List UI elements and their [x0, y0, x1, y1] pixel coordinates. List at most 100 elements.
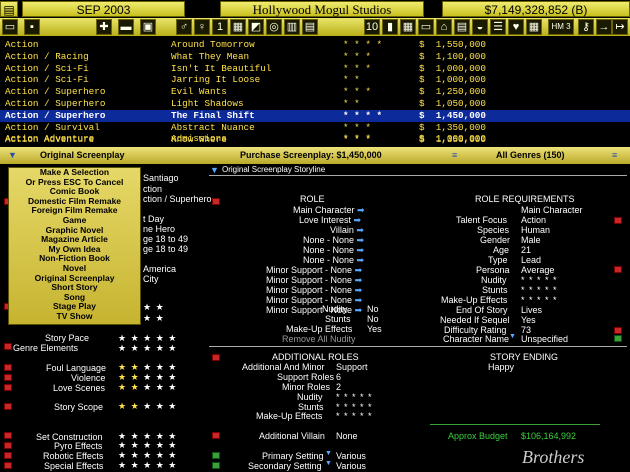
- love-scenes-label: Love Scenes: [53, 383, 106, 393]
- couple-icon[interactable]: ♀: [194, 19, 210, 35]
- sign-icon[interactable]: ▣: [140, 19, 156, 35]
- character-name-dropdown-icon[interactable]: ▼: [509, 333, 516, 340]
- book-icon[interactable]: [212, 198, 220, 205]
- folder-icon[interactable]: ▭: [2, 19, 18, 35]
- book-icon[interactable]: [4, 432, 12, 439]
- money-display: $7,149,328,852 (B): [442, 1, 630, 17]
- subgenre-value: ction / Superhero: [143, 194, 212, 204]
- book-icon[interactable]: [4, 403, 12, 410]
- reel-icon[interactable]: ◎: [266, 19, 282, 35]
- additional-makeup-stars: * * * * *: [336, 411, 373, 421]
- book-icon[interactable]: [212, 452, 220, 459]
- source-popup-menu: Make A Selection Or Press ESC To Cancel …: [8, 167, 141, 325]
- building-icon[interactable]: ▦: [400, 19, 416, 35]
- req-label: Type: [488, 255, 508, 265]
- book-icon[interactable]: [4, 462, 12, 469]
- additional-label: Make-Up Effects: [256, 411, 323, 421]
- save-icon[interactable]: ▪: [24, 19, 40, 35]
- list-item[interactable]: Action / Superhero Evil Wants * * * $ 1,250…: [0, 86, 630, 98]
- bars-icon[interactable]: ▮: [382, 19, 398, 35]
- briefcase-icon[interactable]: ▬: [118, 19, 134, 35]
- primary-setting-value[interactable]: Various: [336, 451, 366, 461]
- source-dropdown-icon[interactable]: ▼: [8, 150, 17, 160]
- clapboard-icon[interactable]: ◩: [248, 19, 264, 35]
- additional-villain-value: None: [336, 431, 358, 441]
- car-icon[interactable]: ◒: [472, 19, 488, 35]
- role-heading: ROLE: [300, 194, 325, 204]
- storyline-dropdown-icon[interactable]: ▼: [210, 165, 219, 175]
- additional-label: Support Roles: [277, 372, 335, 382]
- news-icon[interactable]: ▤: [454, 19, 470, 35]
- book-icon[interactable]: [4, 364, 12, 371]
- list-item-selected[interactable]: Action / Superhero The Final Shift * * * *…: [0, 109, 630, 122]
- primary-setting-label: Primary Setting: [262, 451, 324, 461]
- genre-filter-arrow-icon[interactable]: ≡: [612, 150, 617, 160]
- stunts-label: Stunts: [325, 314, 351, 324]
- list-icon[interactable]: ☰: [490, 19, 506, 35]
- primary-setting-dropdown-icon[interactable]: ▼: [325, 450, 332, 457]
- req-stunts-stars: * * * * *: [521, 285, 558, 295]
- book-icon[interactable]: [4, 343, 12, 350]
- req-value: Human: [521, 225, 551, 235]
- watermark: Brothers: [522, 447, 585, 467]
- nudity-value: No: [367, 304, 379, 314]
- storyline-dropdown[interactable]: Original Screenplay Storyline: [222, 165, 325, 174]
- people-icon[interactable]: ♂: [176, 19, 192, 35]
- req-value[interactable]: Unspecified: [521, 334, 568, 344]
- arrow-icon[interactable]: →: [596, 19, 612, 35]
- genre-elements-label: Genre Elements: [13, 343, 79, 353]
- story-pace-label: Story Pace: [45, 333, 90, 343]
- audience-value: ge 18 to 49: [143, 234, 189, 244]
- req-label: Make-Up Effects: [441, 295, 508, 305]
- book-icon[interactable]: [4, 442, 12, 449]
- book-icon[interactable]: [614, 217, 622, 224]
- list-item[interactable]: Action Adventure Know Where * * * $ 1,350,0…: [0, 134, 630, 145]
- req-label: Persona: [476, 265, 510, 275]
- book-icon[interactable]: [212, 432, 220, 439]
- list-item[interactable]: Action / Racing What They Mean * * * $ 1,10…: [0, 51, 630, 63]
- budget-label: Approx Budget: [448, 431, 508, 441]
- req-role-value: Main Character: [521, 205, 583, 215]
- exit-icon[interactable]: ↦: [612, 19, 628, 35]
- book-icon[interactable]: [4, 384, 12, 391]
- bank-icon[interactable]: ⌂: [436, 19, 452, 35]
- secondary-setting-label: Secondary Setting: [248, 461, 322, 471]
- source-dropdown[interactable]: Original Screenplay: [40, 150, 125, 160]
- book-icon[interactable]: [614, 335, 622, 342]
- tv-icon[interactable]: ▭: [418, 19, 434, 35]
- book-icon[interactable]: [212, 354, 220, 361]
- list-item[interactable]: Action Around Tomorrow * * * * $ 1,550,000: [0, 39, 630, 51]
- purchase-button[interactable]: Purchase Screenplay: $1,450,000: [240, 150, 382, 160]
- book-icon[interactable]: [4, 452, 12, 459]
- secondary-setting-dropdown-icon[interactable]: ▼: [325, 460, 332, 467]
- story-ending-value: Happy: [488, 362, 515, 372]
- rating-icon[interactable]: 10: [364, 19, 380, 35]
- book-icon[interactable]: [4, 374, 12, 381]
- menu-item[interactable]: TV Show: [9, 311, 140, 322]
- book-icon[interactable]: [614, 327, 622, 334]
- location-value: America: [143, 264, 177, 274]
- ticket-icon[interactable]: ▤: [302, 19, 318, 35]
- book-icon[interactable]: [212, 462, 220, 469]
- calendar-icon[interactable]: ▤: [0, 1, 18, 17]
- rank-icon[interactable]: 1: [212, 19, 228, 35]
- add-script-icon[interactable]: ✚: [96, 19, 112, 35]
- hm-badge[interactable]: HM 3: [548, 19, 574, 35]
- book-icon[interactable]: [614, 266, 622, 273]
- theater-icon[interactable]: ▥: [284, 19, 300, 35]
- list-item[interactable]: Action / Sci-Fi Isn't It Beautiful * * * $ …: [0, 63, 630, 75]
- genre-filter-icon[interactable]: ≡: [452, 150, 457, 160]
- secondary-setting-value[interactable]: Various: [336, 461, 366, 471]
- remove-nudity-button[interactable]: Remove All Nudity: [282, 334, 356, 344]
- list-item[interactable]: Action / Survival Abstract Nuance * * * $ 1…: [0, 122, 630, 134]
- genre-bar: ▼ Original Screenplay Purchase Screenpla…: [0, 147, 630, 164]
- grid-icon[interactable]: ▦: [526, 19, 542, 35]
- heart-icon[interactable]: ♥: [508, 19, 524, 35]
- film-icon[interactable]: ▦: [230, 19, 246, 35]
- pyro-effects-label: Pyro Effects: [54, 441, 103, 451]
- genre-filter[interactable]: All Genres (150): [496, 150, 565, 160]
- key-icon[interactable]: ⚷: [578, 19, 594, 35]
- list-item[interactable]: Action / Superhero Light Shadows * * $ 1,05…: [0, 98, 630, 110]
- req-label: Species: [477, 225, 510, 235]
- list-item[interactable]: Action / Sci-Fi Jarring It Loose * * $ 1,00…: [0, 74, 630, 86]
